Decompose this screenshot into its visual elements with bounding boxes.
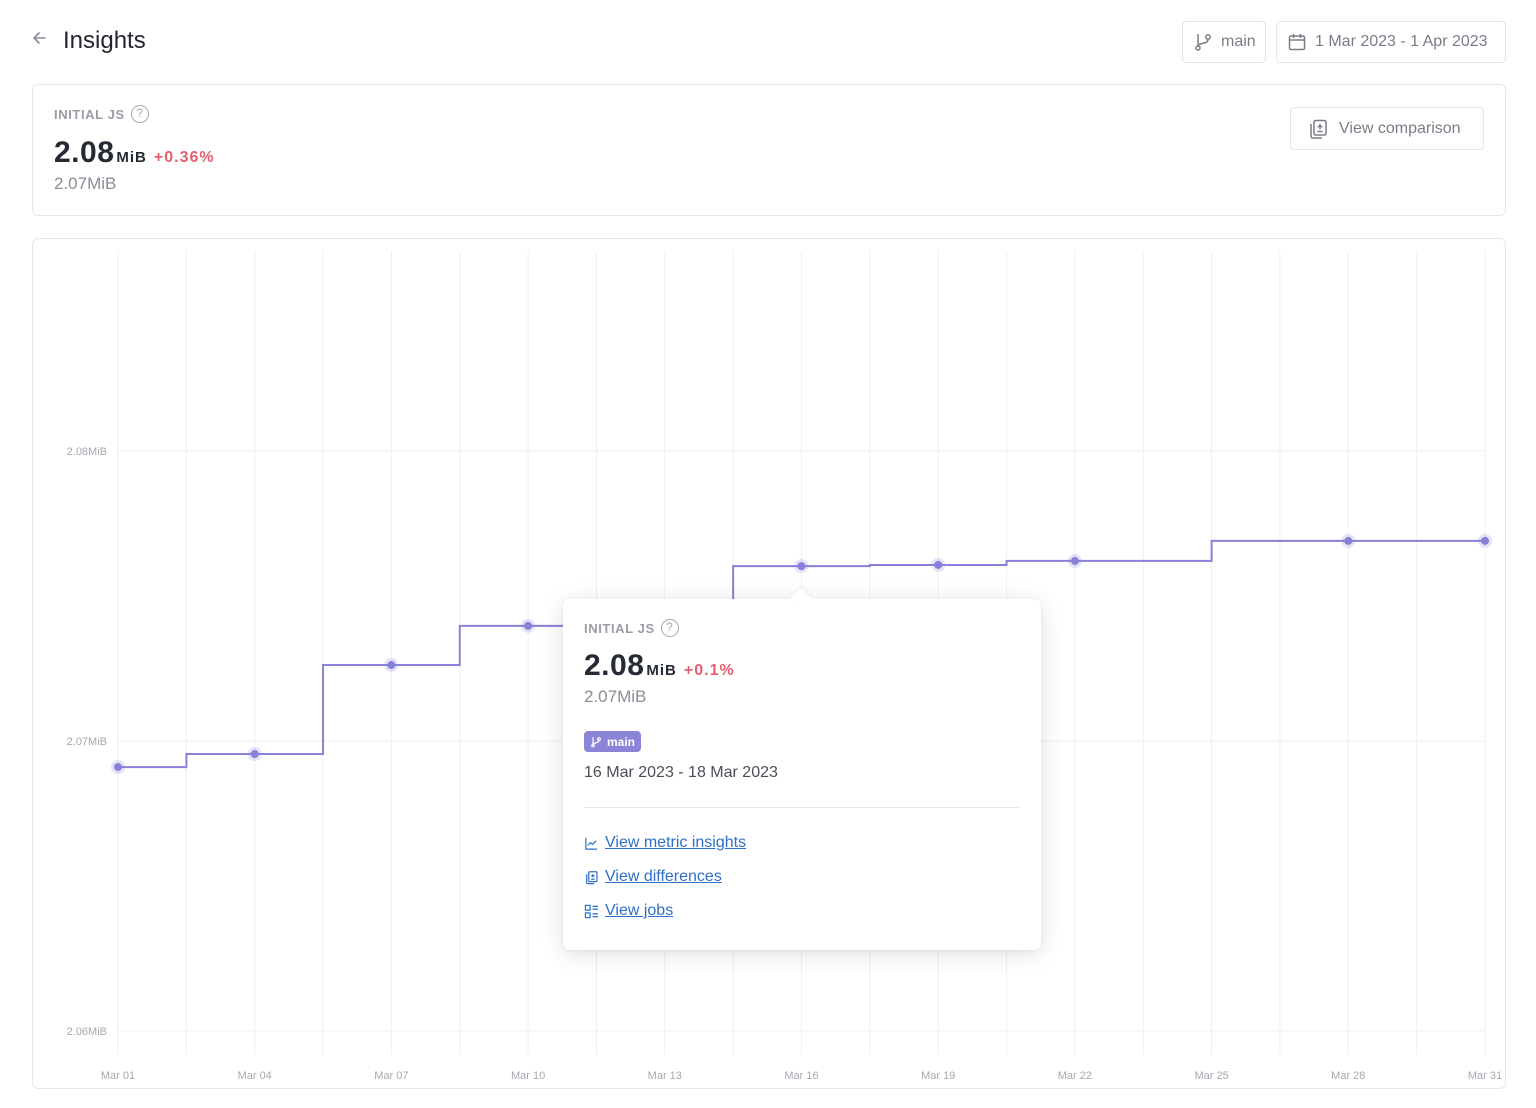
y-tick-label: 2.08MiB xyxy=(67,446,107,458)
git-branch-icon xyxy=(591,736,601,747)
metric-delta: +0.36% xyxy=(153,149,215,166)
date-range-label: 1 Mar 2023 - 1 Apr 2023 xyxy=(1315,33,1488,50)
help-icon[interactable]: ? xyxy=(660,619,679,637)
branch-label: main xyxy=(1221,33,1256,50)
data-point xyxy=(1344,536,1353,545)
x-tick-label: Mar 10 xyxy=(511,1070,545,1082)
x-tick-label: Mar 28 xyxy=(1331,1070,1365,1082)
y-tick-label: 2.07MiB xyxy=(67,736,107,748)
data-point xyxy=(114,763,122,772)
metric-baseline: 2.07MiB xyxy=(54,174,117,193)
view-differences-link[interactable]: View differences xyxy=(584,868,722,886)
git-branch-icon xyxy=(1195,34,1211,51)
arrow-left-icon xyxy=(33,32,46,44)
tooltip-metric-name: INITIAL JS xyxy=(584,620,655,636)
view-metric-insights-link[interactable]: View metric insights xyxy=(584,834,746,852)
x-tick-label: Mar 25 xyxy=(1194,1070,1228,1082)
help-icon[interactable]: ? xyxy=(130,105,149,123)
data-point xyxy=(1481,536,1489,545)
data-point xyxy=(524,621,533,630)
metric-unit: MiB xyxy=(116,149,147,166)
data-point xyxy=(387,661,396,670)
x-tick-label: Mar 13 xyxy=(648,1070,682,1082)
back-button[interactable] xyxy=(30,28,54,54)
metric-current-value: 2.08 xyxy=(54,136,115,169)
data-point xyxy=(934,560,943,569)
data-point xyxy=(1070,556,1079,565)
x-tick-label: Mar 04 xyxy=(238,1070,272,1082)
compare-icon xyxy=(586,870,598,884)
view-comparison-button[interactable]: View comparison xyxy=(1290,107,1484,150)
branch-badge-label: main xyxy=(607,734,636,749)
tooltip-delta: +0.1% xyxy=(683,662,735,679)
tooltip-unit: MiB xyxy=(646,662,677,679)
x-tick-label: Mar 07 xyxy=(374,1070,408,1082)
view-jobs-link[interactable]: View jobs xyxy=(584,902,673,920)
data-point xyxy=(797,562,806,571)
tooltip-baseline: 2.07MiB xyxy=(584,687,647,706)
page-header: Insights main 1 Mar 2023 - 1 Apr 2023 xyxy=(0,0,1536,84)
metric-summary-card: INITIAL JS ? 2.08 MiB +0.36% 2.07MiB Vie… xyxy=(32,84,1506,216)
x-tick-label: Mar 31 xyxy=(1468,1070,1502,1082)
view-jobs-label: View jobs xyxy=(605,902,674,919)
view-differences-label: View differences xyxy=(605,868,722,885)
metric-name: INITIAL JS xyxy=(54,106,125,122)
x-tick-label: Mar 22 xyxy=(1058,1070,1092,1082)
calendar-icon xyxy=(1288,34,1306,51)
compare-icon xyxy=(1310,119,1327,139)
tooltip-value: 2.08 MiB +0.1% xyxy=(584,649,735,683)
tooltip-date-range: 16 Mar 2023 - 18 Mar 2023 xyxy=(584,764,778,781)
branch-selector[interactable]: main xyxy=(1182,21,1266,63)
x-tick-label: Mar 16 xyxy=(784,1070,818,1082)
view-comparison-label: View comparison xyxy=(1339,119,1461,137)
x-tick-label: Mar 01 xyxy=(101,1070,135,1082)
data-point xyxy=(250,750,259,759)
view-metric-insights-label: View metric insights xyxy=(605,834,747,851)
branch-badge: main xyxy=(584,731,642,752)
y-tick-label: 2.06MiB xyxy=(67,1026,107,1038)
list-icon xyxy=(584,904,599,918)
x-axis-ticks: Mar 01 Mar 04 Mar 07 Mar 10 Mar 13 Mar 16 Mar … xyxy=(101,1070,1502,1082)
date-range-picker[interactable]: 1 Mar 2023 - 1 Apr 2023 xyxy=(1276,21,1506,63)
tooltip-divider xyxy=(584,807,1019,808)
tooltip-current-value: 2.08 xyxy=(584,649,645,682)
tooltip-metric-label: INITIAL JS ? xyxy=(584,619,679,637)
page-title: Insights xyxy=(63,27,146,54)
chart-tooltip: INITIAL JS ? 2.08 MiB +0.1% 2.07MiB main… xyxy=(563,587,1041,950)
y-axis-ticks: 2.08MiB 2.07MiB 2.06MiB xyxy=(67,446,107,1038)
metric-value: 2.08 MiB +0.36% xyxy=(54,136,215,170)
x-tick-label: Mar 19 xyxy=(921,1070,955,1082)
line-chart-icon xyxy=(585,837,598,850)
metric-label: INITIAL JS ? xyxy=(54,105,149,123)
